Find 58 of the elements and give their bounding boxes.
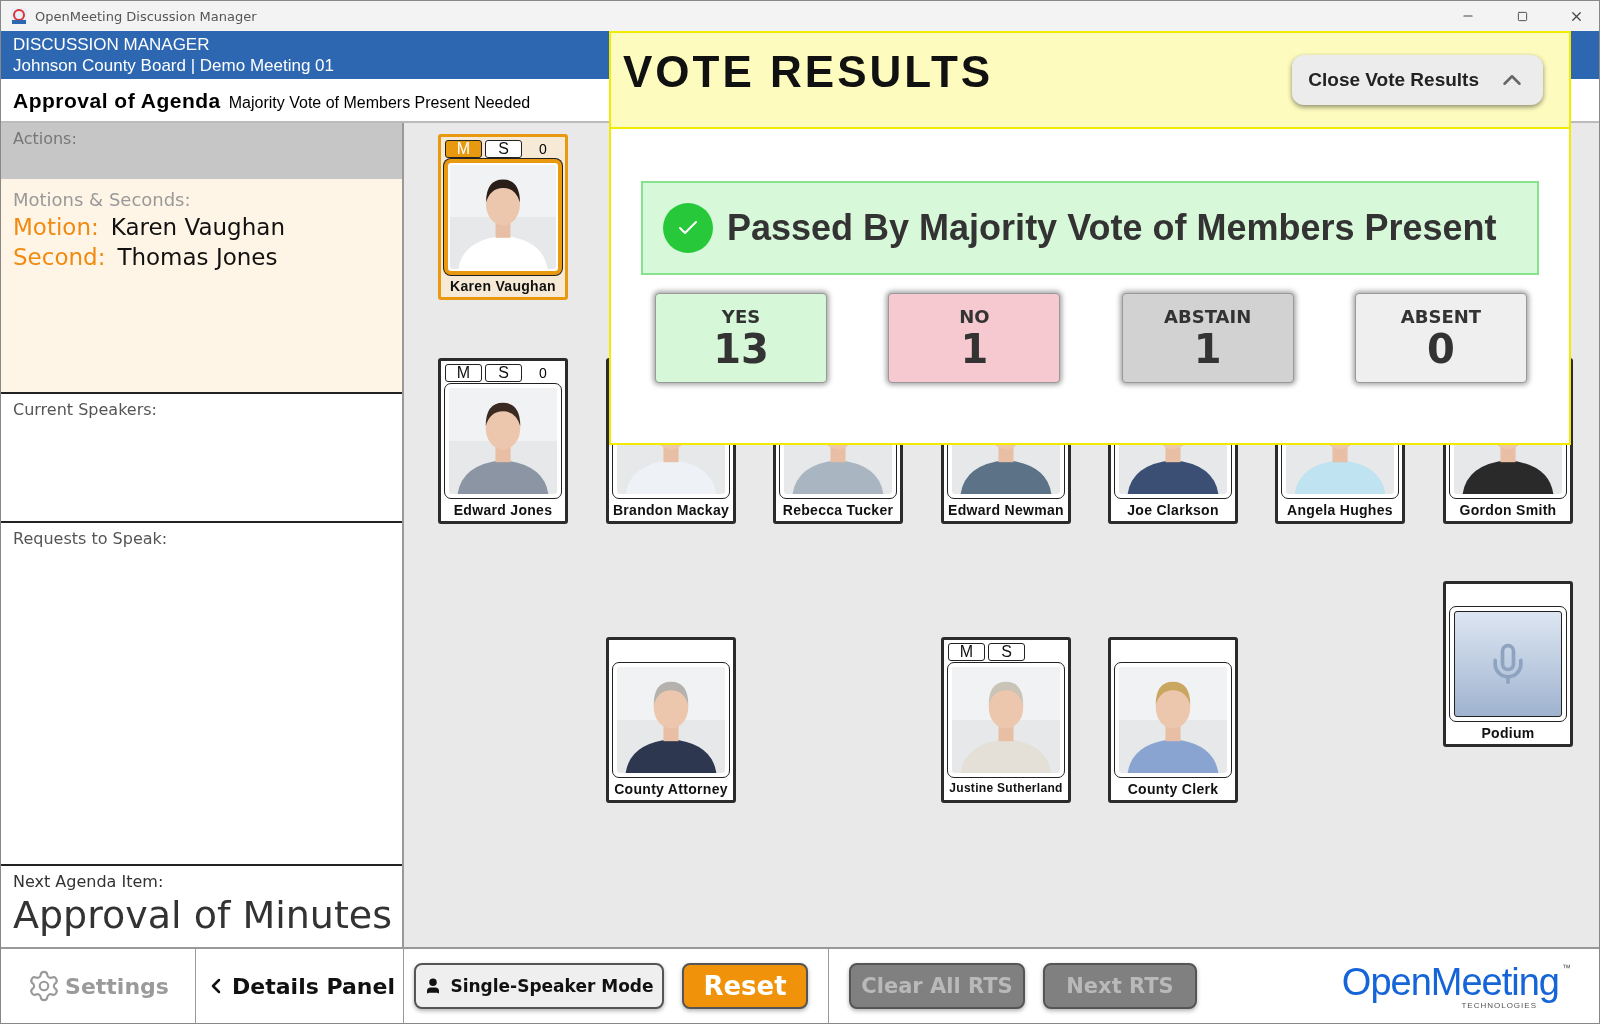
- logo-tagline: TECHNOLOGIES: [1461, 1000, 1537, 1010]
- seat-name: Gordon Smith: [1459, 502, 1557, 518]
- motion-role: Second:: [13, 244, 106, 270]
- seat-name: Karen Vaughan: [450, 278, 556, 294]
- close-vote-results-button[interactable]: Close Vote Results: [1292, 55, 1543, 105]
- seat-name: County Clerk: [1127, 781, 1219, 797]
- member-name: Thomas Jones: [117, 244, 278, 270]
- vote-value: 1: [1193, 326, 1222, 371]
- seat-card[interactable]: M S 0 Karen Vaughan: [438, 134, 568, 300]
- seat-card[interactable]: M S Justine Sutherland: [941, 637, 1071, 803]
- agenda-title: Approval of Agenda: [13, 89, 221, 113]
- vote-label: ABSENT: [1400, 305, 1482, 327]
- next-agenda-label: Next Agenda Item:: [13, 872, 165, 891]
- seat-card[interactable]: Podium: [1443, 581, 1573, 747]
- current-speakers-label: Current Speakers:: [13, 400, 158, 419]
- seat-card[interactable]: M S 0 Edward Jones: [438, 358, 568, 524]
- single-speaker-button[interactable]: Single-Speaker Mode: [414, 963, 664, 1009]
- actions-label: Actions:: [13, 129, 78, 148]
- app-icon: [11, 8, 27, 24]
- motions-label: Motions & Seconds:: [13, 189, 192, 210]
- seat-name: County Attorney: [614, 781, 728, 797]
- vote-value: 13: [713, 326, 769, 371]
- motion-role: Motion:: [13, 214, 99, 240]
- motion-toggle[interactable]: S: [988, 643, 1025, 661]
- logo-name: OpenMeeting: [1341, 962, 1559, 1001]
- seat-card[interactable]: County Clerk: [1108, 637, 1238, 803]
- seat-name: Edward Jones: [453, 502, 553, 518]
- next-agenda-title: Approval of Minutes: [13, 893, 390, 937]
- check-icon: [663, 203, 713, 253]
- member-name: Karen Vaughan: [110, 214, 285, 240]
- vote-outcome: Passed By Majority Vote of Members Present: [727, 207, 1497, 249]
- seat-name: Rebecca Tucker: [782, 502, 894, 518]
- motion-toggle[interactable]: S: [485, 364, 522, 382]
- seat-name: Angela Hughes: [1287, 502, 1393, 518]
- vote-label: ABSTAIN: [1164, 305, 1252, 327]
- seat-name: Joe Clarkson: [1127, 502, 1219, 518]
- vote-label: YES: [721, 305, 761, 327]
- seat-name: Podium: [1481, 725, 1535, 741]
- seat-name: Justine Sutherland: [949, 781, 1063, 795]
- seat-card[interactable]: County Attorney: [606, 637, 736, 803]
- vote-value: 1: [960, 326, 989, 371]
- request-count: 0: [538, 365, 548, 381]
- window-title: OpenMeeting Discussion Manager: [35, 8, 258, 24]
- vote-value: 0: [1427, 326, 1455, 371]
- motion-toggle[interactable]: M: [445, 364, 482, 382]
- requests-label: Requests to Speak:: [13, 529, 169, 548]
- vote-requirement: Majority Vote of Members Present Needed: [228, 94, 531, 112]
- vote-label: NO: [959, 305, 990, 327]
- details-panel-button[interactable]: Details Panel: [200, 969, 399, 1003]
- motion-toggle[interactable]: S: [485, 140, 522, 158]
- request-count: 0: [538, 141, 548, 157]
- trademark-mark: ™: [1562, 962, 1571, 973]
- meeting-name: Johnson County Board | Demo Meeting 01: [13, 55, 334, 76]
- vote-results-title: VOTE RESULTS: [623, 47, 994, 97]
- seat-name: Edward Newman: [948, 502, 1064, 518]
- seat-name: Brandon Mackay: [612, 502, 730, 518]
- app-name: DISCUSSION MANAGER: [13, 34, 210, 55]
- motion-toggle[interactable]: M: [948, 643, 985, 661]
